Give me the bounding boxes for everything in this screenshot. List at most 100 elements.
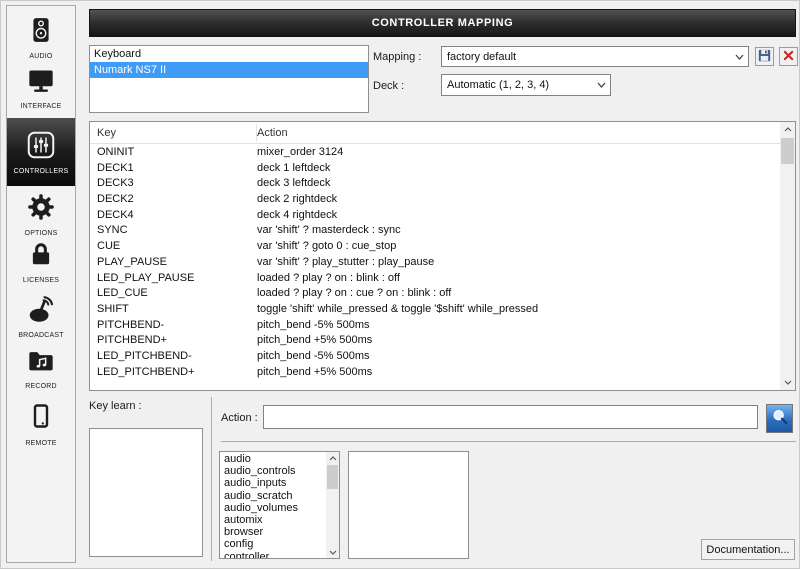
delete-x-icon xyxy=(783,49,794,64)
action-category-list: audio audio_controls audio_inputs audio_… xyxy=(219,451,340,559)
gear-icon xyxy=(26,192,56,227)
category-items: audio audio_controls audio_inputs audio_… xyxy=(220,453,326,558)
action-search-button[interactable] xyxy=(766,404,793,433)
deck-select[interactable]: Automatic (1, 2, 3, 4) xyxy=(441,74,611,96)
scrollbar-thumb[interactable] xyxy=(327,465,338,489)
documentation-button[interactable]: Documentation... xyxy=(701,539,795,560)
table-row[interactable]: PLAY_PAUSE var 'shift' ? play_stutter : … xyxy=(90,255,780,271)
save-mapping-button[interactable] xyxy=(755,47,774,66)
sidebar-item-label: LICENSES xyxy=(22,277,60,284)
scroll-up-icon[interactable] xyxy=(780,122,795,137)
table-row[interactable]: PITCHBEND+ pitch_bend +5% 500ms xyxy=(90,333,780,349)
monitor-icon xyxy=(26,67,56,100)
sidebar: AUDIO INTERFACE CONTROLLERS OPTIONS LICE… xyxy=(6,5,76,563)
device-list-item[interactable]: Keyboard xyxy=(90,46,368,62)
action-cell: deck 2 rightdeck xyxy=(257,193,338,206)
scrollbar-thumb[interactable] xyxy=(781,138,794,164)
key-cell: ONINIT xyxy=(97,146,135,158)
sidebar-item-controllers[interactable]: CONTROLLERS xyxy=(7,118,75,186)
vertical-divider xyxy=(211,397,212,561)
key-learn-label: Key learn : xyxy=(89,400,142,412)
sidebar-item-broadcast[interactable]: BROADCAST xyxy=(7,294,75,339)
category-list-item[interactable]: audio xyxy=(220,453,326,465)
action-cell: loaded ? play ? on : blink : off xyxy=(257,271,400,284)
category-list-item[interactable]: browser xyxy=(220,526,326,538)
sidebar-item-record[interactable]: RECORD xyxy=(7,347,75,390)
action-cell: var 'shift' ? goto 0 : cue_stop xyxy=(257,240,397,253)
action-cell: mixer_order 3124 xyxy=(257,146,344,158)
key-cell: LED_CUE xyxy=(97,287,148,300)
scroll-down-icon[interactable] xyxy=(780,375,795,390)
sidebar-item-label: AUDIO xyxy=(29,53,53,60)
table-row[interactable]: LED_PLAY_PAUSE loaded ? play ? on : blin… xyxy=(90,271,780,287)
action-cell: pitch_bend -5% 500ms xyxy=(257,349,370,362)
table-row[interactable]: DECK2 deck 2 rightdeck xyxy=(90,192,780,208)
action-cell: pitch_bend -5% 500ms xyxy=(257,318,370,331)
broadcast-icon xyxy=(26,294,56,329)
key-cell: DECK2 xyxy=(97,193,134,206)
device-list-item[interactable]: Numark NS7 II xyxy=(90,62,368,78)
action-cell: pitch_bend +5% 500ms xyxy=(257,334,373,347)
table-scrollbar[interactable] xyxy=(780,122,795,390)
sidebar-item-label: REMOTE xyxy=(25,440,57,447)
column-header-key[interactable]: Key xyxy=(90,127,257,139)
category-list-item[interactable]: audio_controls xyxy=(220,465,326,477)
scroll-up-icon[interactable] xyxy=(326,452,339,464)
speaker-icon xyxy=(28,15,54,50)
deck-select-value: Automatic (1, 2, 3, 4) xyxy=(447,79,550,91)
category-list-item[interactable]: audio_inputs xyxy=(220,477,326,489)
delete-mapping-button[interactable] xyxy=(779,47,798,66)
action-cell: deck 4 rightdeck xyxy=(257,208,338,221)
table-row[interactable]: DECK3 deck 3 leftdeck xyxy=(90,176,780,192)
horizontal-divider xyxy=(221,441,796,442)
mapping-select[interactable]: factory default xyxy=(441,46,749,67)
magnifier-icon xyxy=(771,408,789,429)
mapping-label: Mapping : xyxy=(373,51,422,63)
category-list-item[interactable]: config xyxy=(220,538,326,550)
key-learn-box[interactable] xyxy=(89,428,203,557)
deck-label: Deck : xyxy=(373,80,405,92)
key-cell: DECK4 xyxy=(97,208,134,221)
settings-window: AUDIO INTERFACE CONTROLLERS OPTIONS LICE… xyxy=(0,0,800,569)
action-sublist[interactable] xyxy=(348,451,469,559)
sidebar-item-label: BROADCAST xyxy=(18,332,64,339)
table-row[interactable]: DECK4 deck 4 rightdeck xyxy=(90,208,780,224)
category-list-item[interactable]: automix xyxy=(220,514,326,526)
scroll-down-icon[interactable] xyxy=(326,546,339,558)
sidebar-item-licenses[interactable]: LICENSES xyxy=(7,239,75,284)
action-cell: pitch_bend +5% 500ms xyxy=(257,365,373,378)
category-scrollbar[interactable] xyxy=(326,452,339,558)
key-cell: DECK3 xyxy=(97,177,134,190)
table-row[interactable]: ONINIT mixer_order 3124 xyxy=(90,145,780,161)
sidebar-item-remote[interactable]: REMOTE xyxy=(7,400,75,447)
table-row[interactable]: LED_CUE loaded ? play ? on : cue ? on : … xyxy=(90,286,780,302)
action-cell: var 'shift' ? masterdeck : sync xyxy=(257,224,401,237)
column-divider xyxy=(256,124,257,142)
action-cell: deck 3 leftdeck xyxy=(257,177,331,190)
action-cell: deck 1 leftdeck xyxy=(257,161,331,174)
table-row[interactable]: DECK1 deck 1 leftdeck xyxy=(90,161,780,177)
action-label: Action : xyxy=(221,412,258,424)
action-cell: var 'shift' ? play_stutter : play_pause xyxy=(257,255,435,268)
table-row[interactable]: CUE var 'shift' ? goto 0 : cue_stop xyxy=(90,239,780,255)
table-row[interactable]: PITCHBEND- pitch_bend -5% 500ms xyxy=(90,318,780,334)
category-list-item[interactable]: audio_volumes xyxy=(220,502,326,514)
table-row[interactable]: SHIFT toggle 'shift' while_pressed & tog… xyxy=(90,302,780,318)
sidebar-item-options[interactable]: OPTIONS xyxy=(7,192,75,237)
sidebar-item-label: OPTIONS xyxy=(24,230,58,237)
key-cell: PLAY_PAUSE xyxy=(97,255,167,268)
sidebar-item-audio[interactable]: AUDIO xyxy=(7,15,75,60)
sidebar-item-label: CONTROLLERS xyxy=(13,167,69,175)
table-rows: ONINIT mixer_order 3124 DECK1 deck 1 lef… xyxy=(90,145,780,389)
sidebar-item-interface[interactable]: INTERFACE xyxy=(7,67,75,110)
table-row[interactable]: SYNC var 'shift' ? masterdeck : sync xyxy=(90,223,780,239)
table-row[interactable]: LED_PITCHBEND- pitch_bend -5% 500ms xyxy=(90,349,780,365)
key-cell: SYNC xyxy=(97,224,128,237)
action-input[interactable] xyxy=(263,405,758,429)
sidebar-item-label: RECORD xyxy=(25,383,57,390)
category-list-item[interactable]: audio_scratch xyxy=(220,490,326,502)
sidebar-item-label: INTERFACE xyxy=(20,103,62,110)
category-list-item[interactable]: controller xyxy=(220,551,326,559)
table-row[interactable]: LED_PITCHBEND+ pitch_bend +5% 500ms xyxy=(90,365,780,381)
column-header-action[interactable]: Action xyxy=(257,127,288,139)
